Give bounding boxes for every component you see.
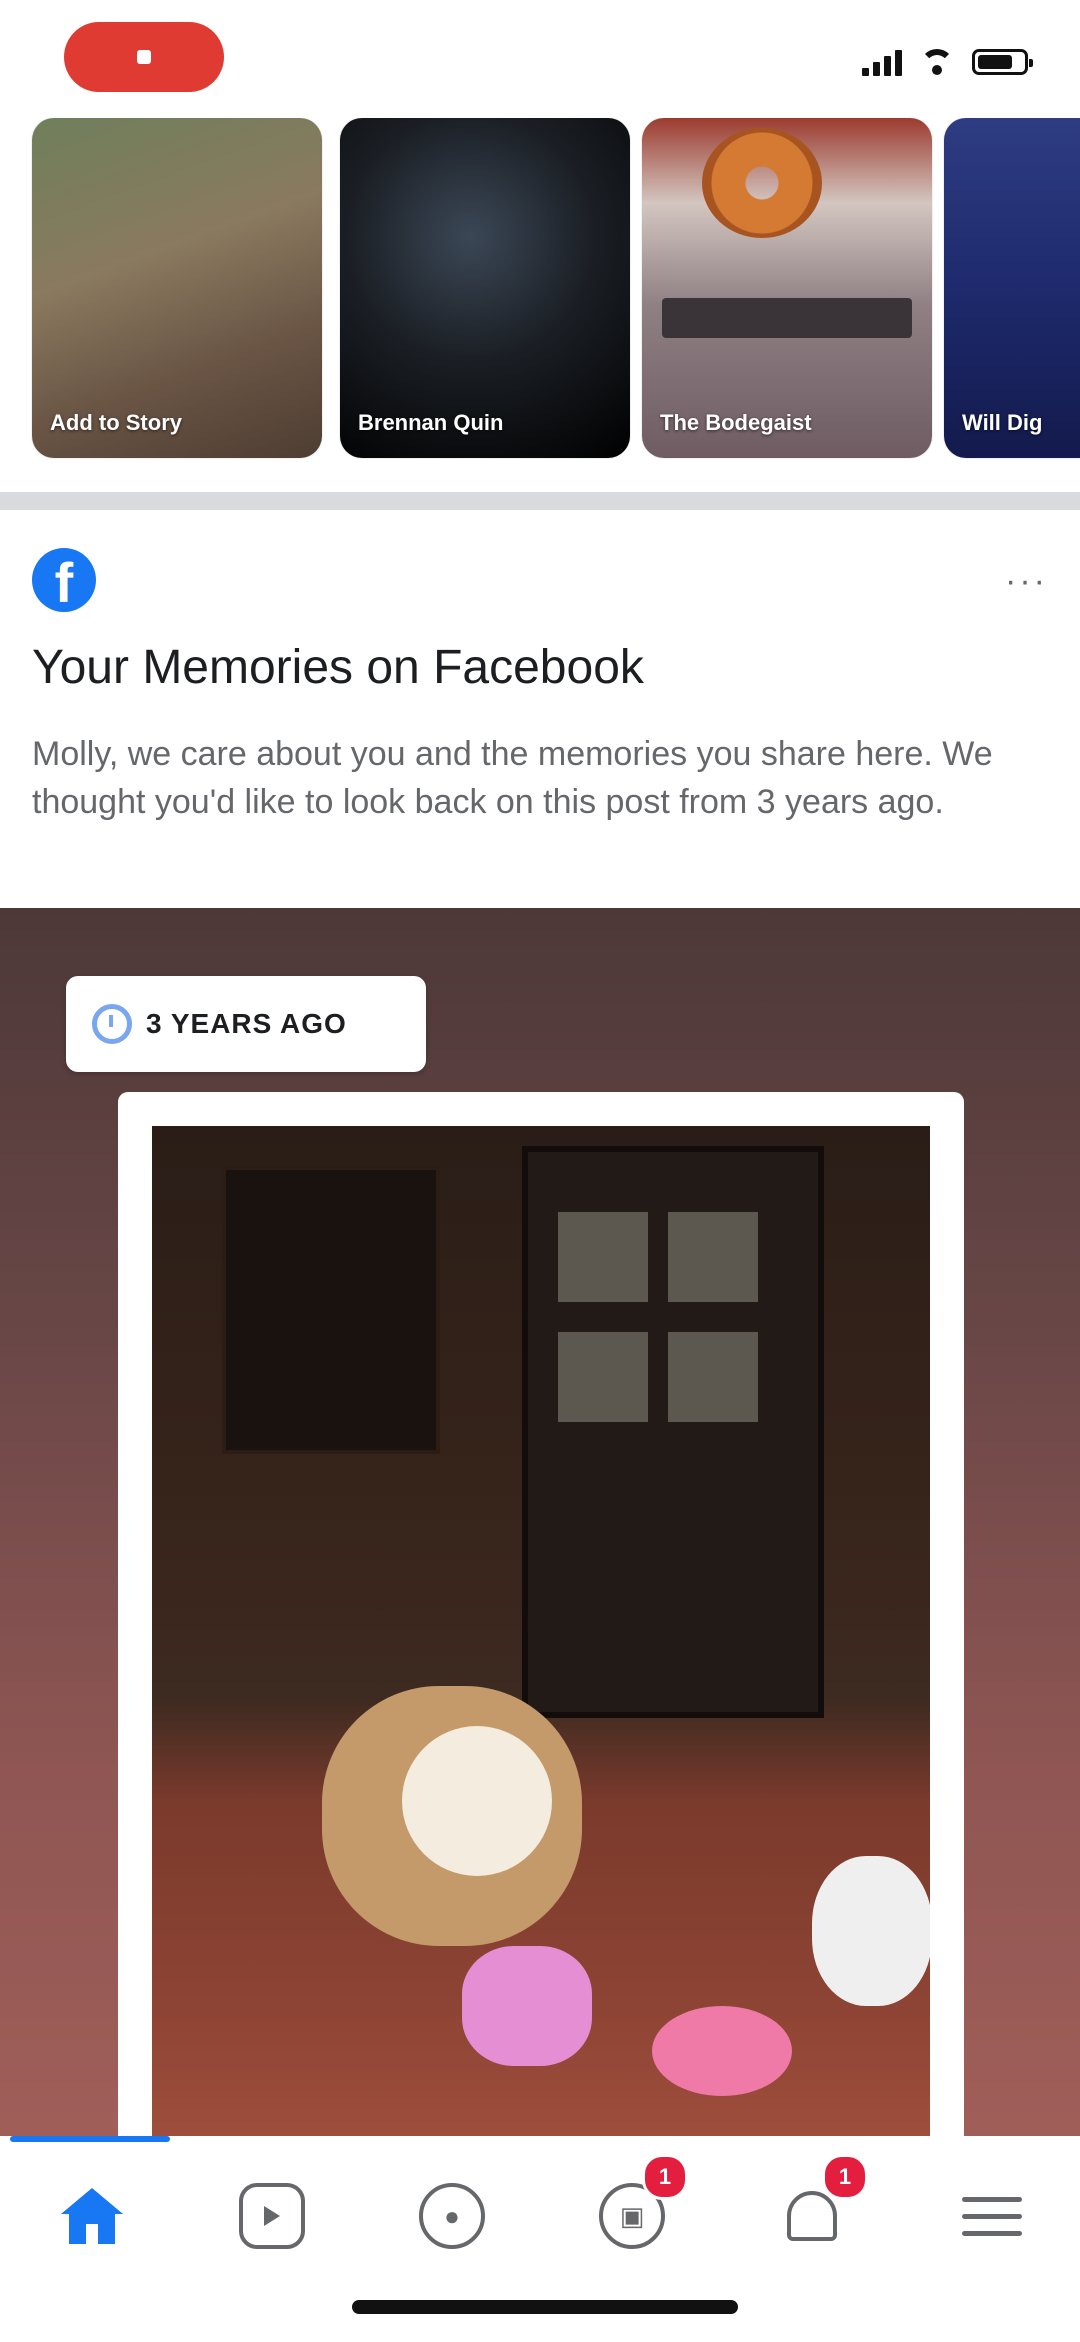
signal-icon — [862, 48, 902, 76]
wifi-icon — [920, 49, 954, 75]
battery-icon — [972, 49, 1033, 75]
pink-plate-image — [652, 2006, 792, 2096]
pink-bowl-image — [462, 1946, 592, 2066]
second-dog-image — [812, 1856, 930, 2006]
story-card[interactable]: Will Dig — [944, 118, 1080, 458]
memory-photo-stage[interactable]: 3 YEARS AGO — [0, 908, 1080, 2166]
story-name: The Bodegaist — [660, 410, 812, 435]
clock-icon — [92, 1004, 132, 1044]
years-ago-text: 3 YEARS AGO — [146, 1008, 347, 1039]
stories-row: Add to Story Brennan Quin The Bodegaist … — [0, 118, 1080, 468]
tab-home[interactable] — [42, 2166, 142, 2266]
story-name: Brennan Quin — [358, 410, 504, 435]
active-tab-indicator — [10, 2136, 170, 2142]
memory-photo[interactable] — [152, 1126, 930, 2166]
more-options-button[interactable]: ··· — [1005, 562, 1048, 601]
memory-photo-frame — [118, 1092, 964, 2166]
memory-card-header: f ··· Your Memories on Facebook Molly, w… — [0, 510, 1080, 910]
status-icons — [862, 48, 1033, 76]
memory-description: Molly, we care about you and the memorie… — [32, 735, 993, 821]
tab-notifications[interactable]: 1 — [762, 2154, 868, 2266]
home-indicator[interactable] — [352, 2300, 738, 2314]
status-bar — [0, 0, 1080, 110]
years-ago-badge: 3 YEARS AGO — [66, 976, 426, 1072]
record-icon — [137, 50, 151, 64]
screen-recording-indicator[interactable] — [64, 22, 224, 92]
donut-image — [702, 128, 822, 238]
story-card[interactable]: The Bodegaist — [642, 118, 932, 458]
section-divider — [0, 492, 1080, 510]
home-icon — [61, 2188, 123, 2244]
video-icon — [239, 2183, 305, 2249]
tab-watch[interactable] — [222, 2166, 322, 2266]
story-name: Will Dig — [962, 410, 1043, 435]
wall-frame-image — [222, 1166, 440, 1454]
dog-head-image — [402, 1726, 552, 1876]
story-card[interactable]: Add to Story — [32, 118, 322, 458]
sign-image — [662, 298, 912, 338]
story-card[interactable]: Brennan Quin — [340, 118, 630, 458]
groups-icon: ● — [419, 2183, 485, 2249]
notification-badge: 1 — [642, 2154, 688, 2200]
story-name: Add to Story — [50, 410, 182, 435]
tab-marketplace[interactable]: ▣ 1 — [582, 2154, 688, 2266]
bell-icon — [787, 2191, 837, 2241]
window-image — [522, 1146, 824, 1718]
facebook-logo-icon: f — [32, 548, 96, 612]
memory-title: Your Memories on Facebook — [32, 641, 644, 694]
menu-icon — [962, 2196, 1022, 2236]
bottom-tab-bar: ● ▣ 1 1 — [0, 2136, 1080, 2342]
tab-groups[interactable]: ● — [402, 2166, 502, 2266]
notification-badge: 1 — [822, 2154, 868, 2200]
tab-menu[interactable] — [942, 2166, 1042, 2266]
